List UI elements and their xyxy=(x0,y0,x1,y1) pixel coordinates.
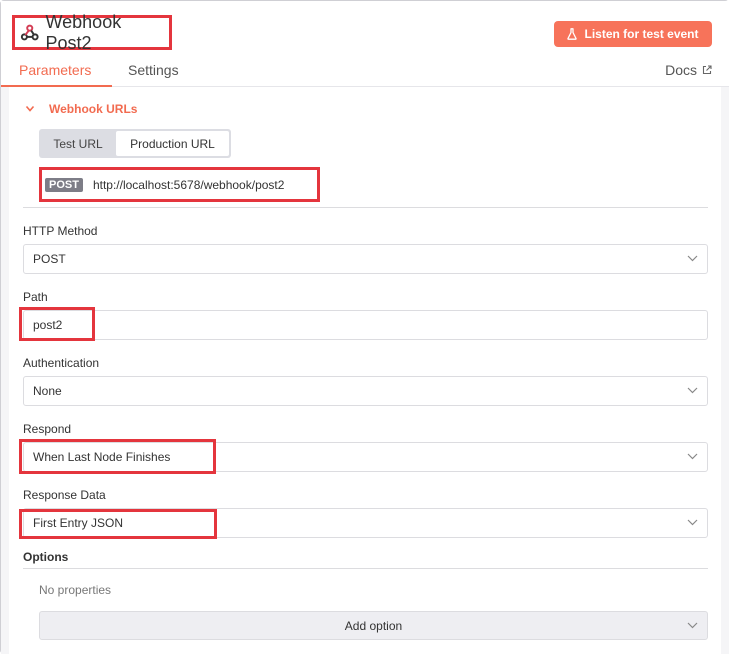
webhook-url-text: http://localhost:5678/webhook/post2 xyxy=(92,177,285,192)
caret-down-icon xyxy=(687,519,698,526)
node-title[interactable]: Webhook Post2 xyxy=(12,12,172,53)
path-label: Path xyxy=(23,290,48,304)
webhook-url-display[interactable]: POST http://localhost:5678/webhook/post2 xyxy=(39,167,320,202)
authentication-value: None xyxy=(33,384,62,398)
webhook-urls-toggle[interactable]: Webhook URLs xyxy=(25,102,137,116)
caret-down-icon xyxy=(687,622,698,629)
response-data-label: Response Data xyxy=(23,488,106,502)
authentication-label: Authentication xyxy=(23,356,100,370)
section-divider xyxy=(23,207,708,208)
options-label: Options xyxy=(23,550,69,564)
panel-header: Webhook Post2 Listen for test event Para… xyxy=(1,1,729,87)
caret-down-icon xyxy=(687,255,698,262)
docs-link[interactable]: Docs xyxy=(665,62,712,78)
no-properties-text: No properties xyxy=(39,583,112,597)
path-highlight xyxy=(19,307,95,341)
node-title-text: Webhook Post2 xyxy=(45,11,122,53)
flask-icon xyxy=(567,28,578,40)
response-data-highlight xyxy=(19,509,217,539)
http-method-select[interactable]: POST xyxy=(23,244,708,274)
http-method-value: POST xyxy=(33,252,66,266)
caret-down-icon xyxy=(687,453,698,460)
http-method-label: HTTP Method xyxy=(23,224,98,238)
webhook-icon xyxy=(20,24,39,40)
url-type-toggle: Test URL Production URL xyxy=(39,129,231,158)
path-input[interactable]: post2 xyxy=(23,310,708,340)
respond-highlight xyxy=(19,439,216,474)
tab-parameters[interactable]: Parameters xyxy=(19,62,91,78)
method-badge: POST xyxy=(45,177,83,192)
external-link-icon xyxy=(702,65,712,75)
test-url-option[interactable]: Test URL xyxy=(41,131,115,156)
listen-for-test-event-button[interactable]: Listen for test event xyxy=(554,21,712,47)
authentication-select[interactable]: None xyxy=(23,376,708,406)
chevron-down-icon xyxy=(25,105,35,112)
options-divider xyxy=(23,568,708,569)
listen-label: Listen for test event xyxy=(584,27,699,41)
production-url-option[interactable]: Production URL xyxy=(116,131,229,156)
caret-down-icon xyxy=(687,387,698,394)
node-panel: Webhook Post2 Listen for test event Para… xyxy=(0,0,729,654)
tab-bar: Parameters Settings Docs xyxy=(1,57,729,87)
add-option-label: Add option xyxy=(344,618,403,633)
add-option-button[interactable]: Add option xyxy=(39,611,708,640)
tab-settings[interactable]: Settings xyxy=(128,62,179,78)
webhook-urls-label: Webhook URLs xyxy=(49,102,138,116)
respond-label: Respond xyxy=(23,422,72,436)
docs-label: Docs xyxy=(665,62,697,78)
